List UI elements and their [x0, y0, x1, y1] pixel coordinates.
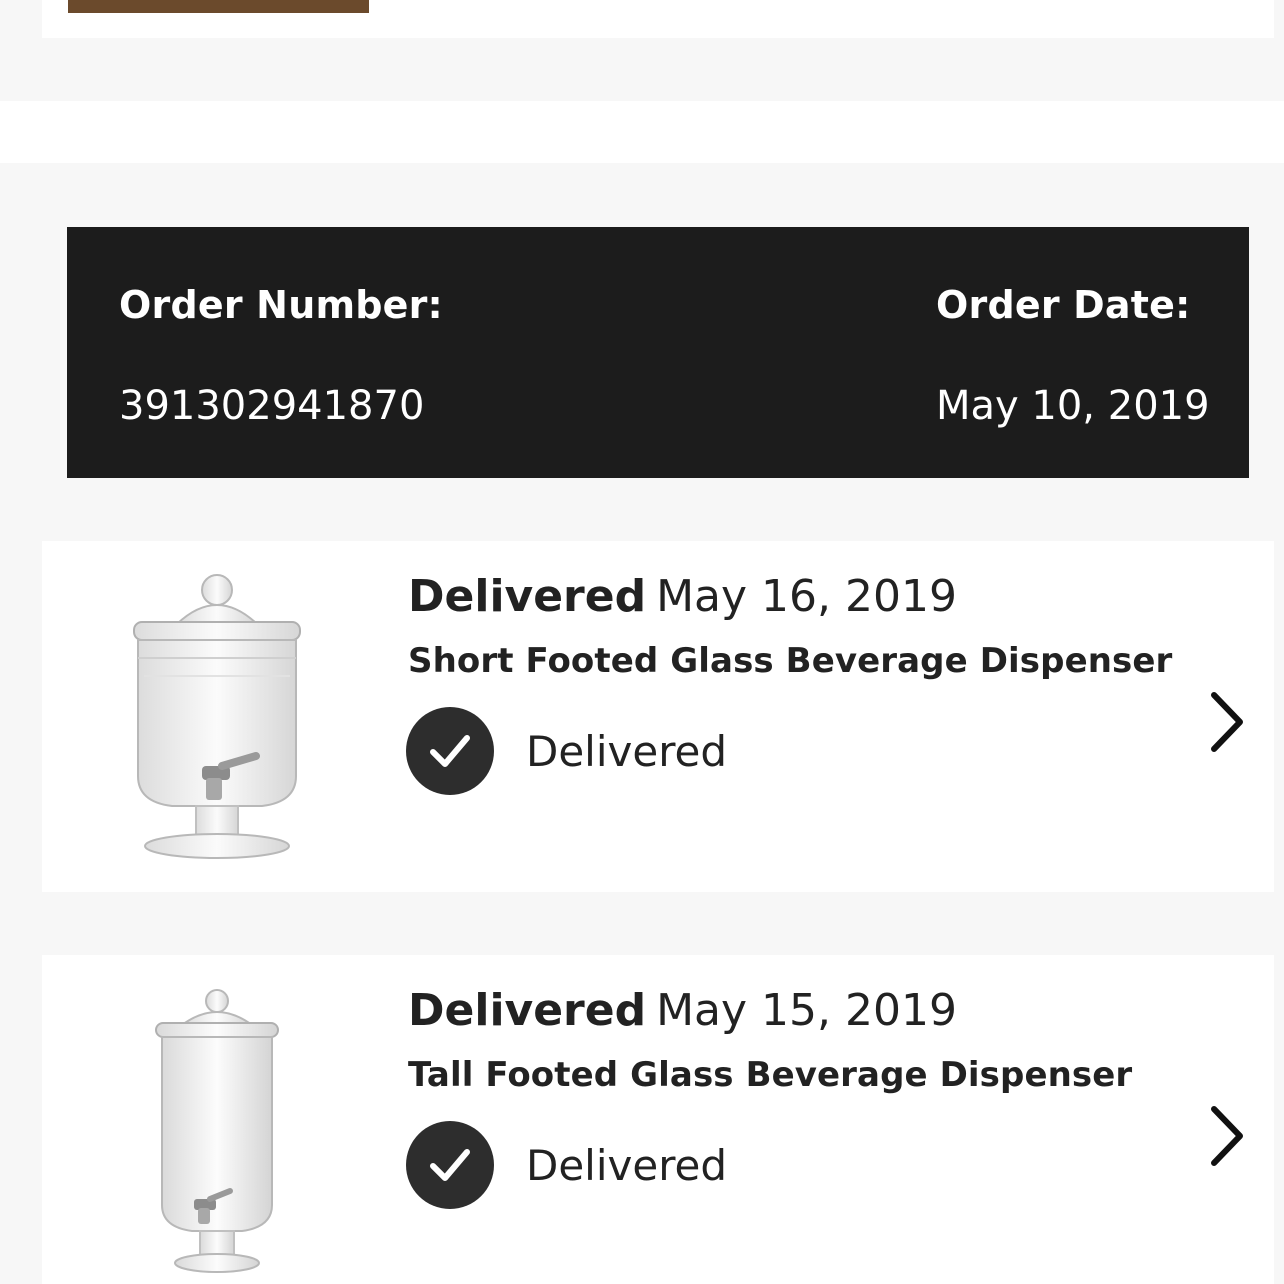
order-date-label: Order Date: — [936, 283, 1191, 327]
previous-item-thumbnail — [68, 0, 369, 13]
order-separator — [0, 101, 1284, 163]
order-item-card[interactable]: Delivered May 15, 2019 Tall Footed Glass … — [42, 955, 1274, 1284]
chevron-right-icon[interactable] — [1202, 1101, 1252, 1171]
delivery-status-heading: Delivered — [408, 985, 647, 1036]
product-image-short-dispenser — [122, 566, 312, 861]
delivery-status-heading: Delivered — [408, 571, 647, 622]
order-date-value: May 10, 2019 — [936, 383, 1210, 429]
delivery-date: May 15, 2019 — [656, 985, 957, 1036]
order-item-card[interactable]: Delivered May 16, 2019 Short Footed Glass… — [42, 541, 1274, 892]
delivery-info: Delivered May 16, 2019 — [408, 569, 1208, 625]
delivery-info: Delivered May 15, 2019 — [408, 983, 1208, 1039]
status-row: Delivered — [406, 707, 727, 795]
product-name: Short Footed Glass Beverage Dispenser — [408, 641, 1173, 681]
delivery-date: May 16, 2019 — [656, 571, 957, 622]
order-summary-header: Order Number: 391302941870 Order Date: M… — [67, 227, 1249, 478]
check-circle-icon — [406, 707, 494, 795]
status-row: Delivered — [406, 1121, 727, 1209]
product-name: Tall Footed Glass Beverage Dispenser — [408, 1055, 1133, 1095]
status-label: Delivered — [526, 1140, 728, 1190]
product-image-tall-dispenser — [142, 985, 292, 1275]
status-label: Delivered — [526, 726, 728, 776]
order-number-value: 391302941870 — [119, 383, 425, 429]
check-circle-icon — [406, 1121, 494, 1209]
order-number-label: Order Number: — [119, 283, 443, 327]
chevron-right-icon[interactable] — [1202, 687, 1252, 757]
